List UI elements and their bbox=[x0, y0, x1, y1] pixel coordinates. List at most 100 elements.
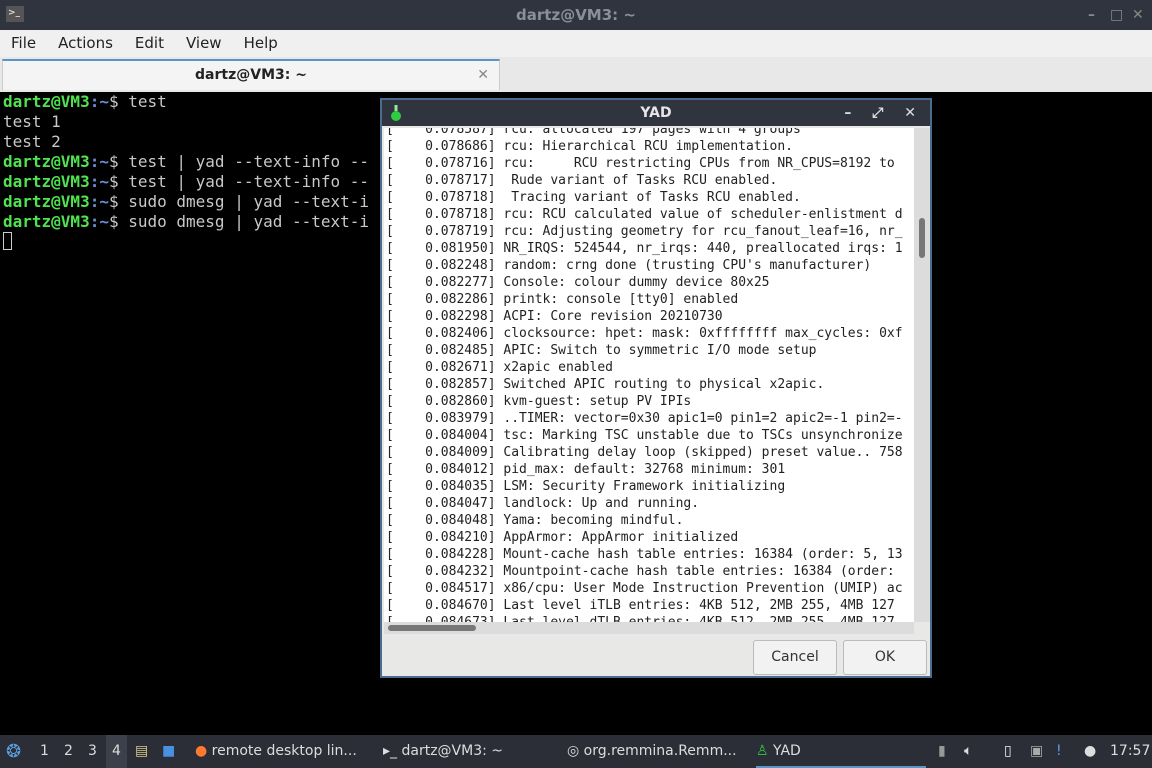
tab-terminal[interactable]: dartz@VM3: ~ ✕ bbox=[2, 59, 500, 90]
tab-bar: dartz@VM3: ~ ✕ bbox=[0, 57, 1152, 92]
prompt-user: dartz@VM3 bbox=[3, 172, 90, 191]
log-line: [ 0.078718] Tracing variant of Tasks RCU… bbox=[386, 190, 801, 205]
menu-actions[interactable]: Actions bbox=[47, 30, 124, 57]
workspace-4[interactable]: 4 bbox=[106, 735, 127, 768]
terminal-cursor bbox=[3, 232, 12, 250]
command-text: sudo dmesg | yad --text-i bbox=[128, 212, 370, 231]
workspace-3[interactable]: 3 bbox=[88, 735, 97, 768]
text-info-area[interactable]: [ 0.078587] rcu: allocated 197 pages wit… bbox=[384, 128, 914, 622]
flask-icon: ♙ bbox=[756, 743, 769, 759]
log-line: [ 0.082857] Switched APIC routing to phy… bbox=[386, 377, 825, 392]
clipboard-icon[interactable]: ▯ bbox=[1004, 735, 1012, 768]
prompt-path: :~ bbox=[89, 152, 109, 171]
log-line: [ 0.084673] Last level dTLB entries: 4KB… bbox=[386, 614, 914, 622]
network-icon[interactable]: ▣ bbox=[1030, 735, 1043, 768]
log-line: [ 0.082485] APIC: Switch to symmetric I/… bbox=[386, 343, 817, 358]
command-text: test | yad --text-info -- bbox=[128, 172, 370, 191]
prompt-symbol: $ bbox=[108, 172, 129, 191]
log-line: [ 0.078587] rcu: allocated 197 pages wit… bbox=[386, 128, 801, 137]
scroll-thumb[interactable] bbox=[388, 625, 476, 631]
task-yad[interactable]: ♙ YAD bbox=[756, 735, 926, 768]
log-line: [ 0.082860] kvm-guest: setup PV IPIs bbox=[386, 394, 692, 409]
task-label: YAD bbox=[773, 743, 801, 759]
show-desktop-icon[interactable]: ■ bbox=[162, 735, 175, 768]
volume-icon[interactable]: 🔈︎ bbox=[964, 735, 972, 768]
scroll-thumb[interactable] bbox=[919, 218, 925, 258]
workspace-1[interactable]: 1 bbox=[40, 735, 49, 768]
file-manager-icon[interactable]: ▤ bbox=[135, 735, 148, 768]
log-line: [ 0.084670] Last level iTLB entries: 4KB… bbox=[386, 598, 895, 613]
yad-dialog: YAD – ⤢ ✕ [ 0.078587] rcu: allocated 197… bbox=[380, 98, 932, 678]
minimize-button[interactable]: – bbox=[1088, 0, 1095, 30]
ok-button[interactable]: OK bbox=[843, 640, 927, 675]
task-remmina[interactable]: ◎ org.remmina.Remm... bbox=[567, 735, 737, 768]
log-line: [ 0.084012] pid_max: default: 32768 mini… bbox=[386, 462, 786, 477]
log-line: [ 0.082298] ACPI: Core revision 20210730 bbox=[386, 309, 723, 324]
log-line: [ 0.084009] Calibrating delay loop (skip… bbox=[386, 445, 903, 460]
log-line: [ 0.082248] random: crng done (trusting … bbox=[386, 258, 872, 273]
prompt-user: dartz@VM3 bbox=[3, 192, 90, 211]
log-line: [ 0.078718] rcu: RCU calculated value of… bbox=[386, 207, 903, 222]
dialog-titlebar: YAD – ⤢ ✕ bbox=[382, 100, 930, 126]
clock: 17:57 bbox=[1110, 743, 1151, 759]
notification-icon[interactable]: ! bbox=[1056, 735, 1062, 768]
log-line: [ 0.084048] Yama: becoming mindful. bbox=[386, 513, 684, 528]
prompt-symbol: $ bbox=[108, 152, 129, 171]
command-text: sudo dmesg | yad --text-i bbox=[128, 192, 370, 211]
dialog-title: YAD bbox=[640, 105, 672, 121]
task-firefox[interactable]: ● remote desktop lin... bbox=[195, 735, 357, 768]
menu-view[interactable]: View bbox=[175, 30, 233, 57]
power-icon[interactable]: ● bbox=[1084, 735, 1096, 768]
workspace-2[interactable]: 2 bbox=[64, 735, 73, 768]
log-line: [ 0.078719] rcu: Adjusting geometry for … bbox=[386, 224, 903, 239]
log-line: [ 0.084004] tsc: Marking TSC unstable du… bbox=[386, 428, 903, 443]
vertical-scrollbar[interactable] bbox=[914, 128, 930, 622]
keyboard-icon[interactable]: ▮ bbox=[938, 735, 946, 768]
prompt-symbol: $ bbox=[108, 212, 129, 231]
menu-help[interactable]: Help bbox=[233, 30, 289, 57]
task-label: remote desktop lin... bbox=[211, 743, 357, 759]
command-text: test | yad --text-info -- bbox=[128, 152, 370, 171]
command-text: test bbox=[128, 92, 167, 111]
task-terminal[interactable]: ▸_ dartz@VM3: ~ bbox=[383, 735, 503, 768]
terminal-icon: >_ bbox=[6, 6, 24, 22]
menu-edit[interactable]: Edit bbox=[124, 30, 175, 57]
remmina-icon: ◎ bbox=[567, 743, 580, 759]
window-title: dartz@VM3: ~ bbox=[516, 6, 636, 24]
log-line: [ 0.078717] Rude variant of Tasks RCU en… bbox=[386, 173, 778, 188]
flask-icon bbox=[391, 105, 401, 121]
terminal-titlebar: >_ dartz@VM3: ~ – □ ✕ bbox=[0, 0, 1152, 30]
prompt-path: :~ bbox=[89, 92, 109, 111]
close-button[interactable]: ✕ bbox=[1132, 0, 1144, 30]
prompt-path: :~ bbox=[89, 172, 109, 191]
taskbar: ❂ 1 2 3 4 ▤ ■ ● remote desktop lin... ▸_… bbox=[0, 735, 1152, 768]
log-line: [ 0.082286] printk: console [tty0] enabl… bbox=[386, 292, 739, 307]
menu-file[interactable]: File bbox=[0, 30, 47, 57]
horizontal-scrollbar[interactable] bbox=[384, 622, 914, 634]
log-line: [ 0.084047] landlock: Up and running. bbox=[386, 496, 700, 511]
cancel-button[interactable]: Cancel bbox=[753, 640, 837, 675]
prompt-symbol: $ bbox=[108, 192, 129, 211]
task-label: dartz@VM3: ~ bbox=[401, 743, 504, 759]
dialog-window-controls[interactable]: – ⤢ ✕ bbox=[844, 100, 924, 126]
tab-label: dartz@VM3: ~ bbox=[195, 67, 307, 83]
log-line: [ 0.084232] Mountpoint-cache hash table … bbox=[386, 564, 903, 579]
firefox-icon: ● bbox=[195, 743, 208, 759]
log-line: [ 0.083979] ..TIMER: vector=0x30 apic1=0… bbox=[386, 411, 903, 426]
prompt-path: :~ bbox=[89, 192, 109, 211]
log-line: [ 0.084210] AppArmor: AppArmor initializ… bbox=[386, 530, 739, 545]
tab-close-icon[interactable]: ✕ bbox=[477, 61, 489, 89]
log-line: [ 0.084228] Mount-cache hash table entri… bbox=[386, 547, 903, 562]
prompt-user: dartz@VM3 bbox=[3, 152, 90, 171]
task-label: org.remmina.Remm... bbox=[583, 743, 737, 759]
log-line: [ 0.084517] x86/cpu: User Mode Instructi… bbox=[386, 581, 903, 596]
prompt-symbol: $ bbox=[108, 92, 129, 111]
prompt-path: :~ bbox=[89, 212, 109, 231]
maximize-button[interactable]: □ bbox=[1110, 0, 1123, 30]
prompt-user: dartz@VM3 bbox=[3, 212, 90, 231]
log-line: [ 0.082671] x2apic enabled bbox=[386, 360, 613, 375]
terminal-icon: ▸_ bbox=[383, 743, 398, 759]
log-line: [ 0.078686] rcu: Hierarchical RCU implem… bbox=[386, 139, 793, 154]
start-menu-icon[interactable]: ❂ bbox=[6, 735, 21, 768]
log-line: [ 0.084035] LSM: Security Framework init… bbox=[386, 479, 786, 494]
